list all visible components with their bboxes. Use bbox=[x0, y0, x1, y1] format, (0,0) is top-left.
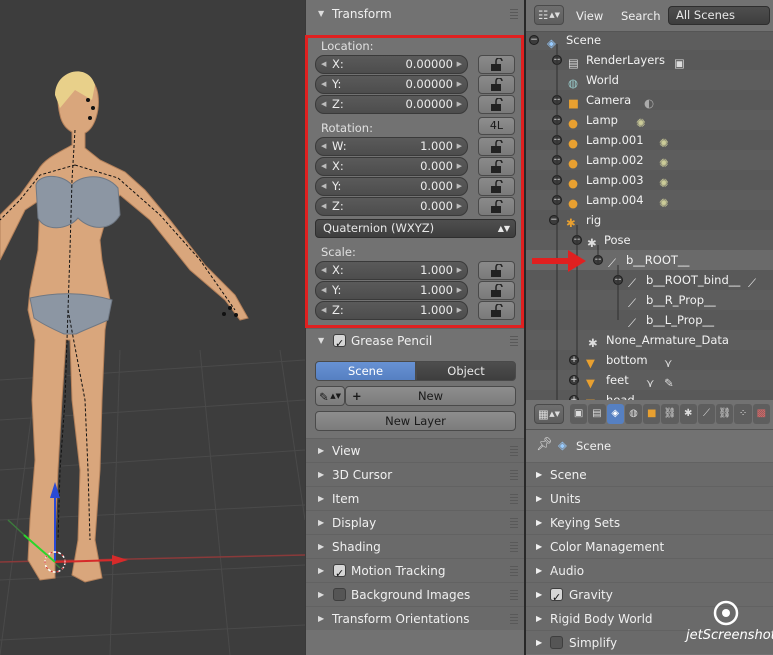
grease-pencil-checkbox[interactable]: ✓ bbox=[333, 334, 346, 350]
audio-panel-header[interactable]: ▶ Audio bbox=[526, 558, 773, 582]
pin-icon[interactable]: 📌︎ bbox=[536, 437, 553, 452]
pencil-icon-button[interactable]: ✎ ▲▼ bbox=[315, 386, 345, 406]
plus-icon: + bbox=[352, 389, 362, 403]
drag-grip-icon[interactable] bbox=[510, 9, 518, 19]
collapsed-triangle-icon: ▶ bbox=[536, 638, 543, 647]
context-tabs: ▣ ▤ ◈ ◍ ■ ⛓ ✱ ⟋ ⛓ ⁘ ▩ bbox=[570, 404, 770, 424]
grease-pencil-scene-tab[interactable]: Scene bbox=[315, 361, 416, 381]
armature-tab-icon[interactable]: ✱ bbox=[679, 404, 697, 424]
bone-tab-icon[interactable]: ⟋ bbox=[697, 404, 716, 424]
particles-tab-icon[interactable]: ⁘ bbox=[734, 404, 752, 424]
watermark-logo-icon bbox=[713, 600, 739, 626]
collapsed-triangle-icon: ▶ bbox=[536, 566, 543, 575]
background-images-panel-header[interactable]: ▶ Background Images bbox=[306, 582, 524, 606]
tree-lines bbox=[556, 44, 619, 400]
collapsed-triangle-icon: ▶ bbox=[536, 470, 543, 479]
highlight-box bbox=[305, 35, 524, 328]
drag-grip-icon[interactable] bbox=[510, 470, 518, 480]
red-arrow-annotation bbox=[532, 250, 586, 272]
color-management-panel-header[interactable]: ▶ Color Management bbox=[526, 534, 773, 558]
drag-grip-icon[interactable] bbox=[510, 446, 518, 456]
constraints-tab-icon[interactable]: ⛓ bbox=[661, 404, 679, 424]
display-panel-header[interactable]: ▶ Display bbox=[306, 510, 524, 534]
world-tab-icon[interactable]: ◍ bbox=[624, 404, 643, 424]
collapsed-triangle-icon: ▶ bbox=[318, 614, 325, 623]
drag-grip-icon[interactable] bbox=[510, 494, 518, 504]
render-layers-tab-icon[interactable]: ▤ bbox=[588, 404, 606, 424]
updown-arrows-icon: ▲▼ bbox=[330, 392, 341, 400]
view-panel-header[interactable]: ▶ View bbox=[306, 438, 524, 462]
3d-viewport[interactable] bbox=[0, 0, 305, 655]
collapsed-triangle-icon: ▶ bbox=[318, 590, 325, 599]
outliner: ☷▲▼ View Search All Scenes −◈Scene +▤Ren… bbox=[526, 0, 773, 400]
watermark-text: jetScreenshot bbox=[686, 628, 773, 643]
collapsed-triangle-icon: ▶ bbox=[318, 494, 325, 503]
drag-grip-icon[interactable] bbox=[510, 566, 518, 576]
drag-grip-icon[interactable] bbox=[510, 614, 518, 624]
scene-icon: ◈ bbox=[558, 438, 567, 452]
collapsed-triangle-icon: ▶ bbox=[318, 446, 325, 455]
background-images-checkbox[interactable] bbox=[333, 588, 346, 601]
drag-grip-icon[interactable] bbox=[510, 590, 518, 600]
collapsed-triangle-icon: ▶ bbox=[536, 518, 543, 527]
properties-editor-icon: ▦ bbox=[538, 407, 549, 421]
watermark: jetScreenshot bbox=[686, 600, 773, 650]
motion-tracking-panel-header[interactable]: ▶ ✓ Motion Tracking bbox=[306, 558, 524, 582]
gravity-checkbox[interactable]: ✓ bbox=[550, 588, 563, 604]
context-scene-label: Scene bbox=[576, 439, 612, 453]
texture-tab-icon[interactable]: ▩ bbox=[752, 404, 770, 424]
new-layer-button[interactable]: New Layer bbox=[315, 411, 516, 431]
updown-arrows-icon: ▲▼ bbox=[549, 410, 560, 418]
collapsed-triangle-icon: ▶ bbox=[536, 542, 543, 551]
collapsed-triangle-icon: ▶ bbox=[318, 542, 325, 551]
drag-grip-icon[interactable] bbox=[510, 518, 518, 528]
collapsed-triangle-icon: ▶ bbox=[536, 590, 543, 599]
context-path: 📌︎ ◈ Scene bbox=[526, 431, 773, 461]
collapsed-triangle-icon: ▶ bbox=[536, 614, 543, 623]
collapsed-triangle-icon: ▶ bbox=[318, 518, 325, 527]
scene-panel-header[interactable]: ▶ Scene bbox=[526, 462, 773, 486]
object-tab-icon[interactable]: ■ bbox=[643, 404, 661, 424]
new-grease-pencil-button[interactable]: + New bbox=[345, 386, 516, 406]
transform-panel-header[interactable]: ▼ Transform bbox=[306, 2, 524, 26]
collapsed-triangle-icon: ▶ bbox=[318, 566, 325, 575]
bone-constraints-tab-icon[interactable]: ⛓ bbox=[716, 404, 734, 424]
collapsed-triangle-icon: ▶ bbox=[318, 470, 325, 479]
transform-orientations-panel-header[interactable]: ▶ Transform Orientations bbox=[306, 606, 524, 630]
expanded-triangle-icon: ▼ bbox=[318, 9, 325, 18]
drag-grip-icon[interactable] bbox=[510, 542, 518, 552]
expanded-triangle-icon: ▼ bbox=[318, 336, 325, 345]
editor-type-button[interactable]: ▦ ▲▼ bbox=[534, 404, 564, 424]
pencil-icon: ✎ bbox=[319, 390, 329, 404]
collapsed-triangle-icon: ▶ bbox=[536, 494, 543, 503]
viewport-scene bbox=[0, 71, 305, 655]
transform-panel-title: Transform bbox=[332, 7, 392, 21]
drag-grip-icon[interactable] bbox=[510, 336, 518, 346]
grease-pencil-object-tab[interactable]: Object bbox=[416, 361, 516, 381]
grease-pencil-panel-header[interactable]: ▼ ✓ Grease Pencil bbox=[306, 328, 524, 352]
scene-tab-icon[interactable]: ◈ bbox=[606, 404, 624, 424]
3d-cursor-panel-header[interactable]: ▶ 3D Cursor bbox=[306, 462, 524, 486]
motion-tracking-checkbox[interactable]: ✓ bbox=[333, 564, 346, 580]
units-panel-header[interactable]: ▶ Units bbox=[526, 486, 773, 510]
keying-sets-panel-header[interactable]: ▶ Keying Sets bbox=[526, 510, 773, 534]
grease-pencil-title: Grease Pencil bbox=[351, 334, 433, 348]
simplify-checkbox[interactable] bbox=[550, 636, 563, 649]
render-tab-icon[interactable]: ▣ bbox=[570, 404, 588, 424]
item-panel-header[interactable]: ▶ Item bbox=[306, 486, 524, 510]
properties-editor: ▦ ▲▼ ▣ ▤ ◈ ◍ ■ ⛓ ✱ ⟋ ⛓ ⁘ ▩ 📌︎ ◈ Scene ▶ Sc… bbox=[526, 400, 773, 655]
shading-panel-header[interactable]: ▶ Shading bbox=[306, 534, 524, 558]
properties-header: ▦ ▲▼ ▣ ▤ ◈ ◍ ■ ⛓ ✱ ⟋ ⛓ ⁘ ▩ bbox=[526, 400, 773, 430]
